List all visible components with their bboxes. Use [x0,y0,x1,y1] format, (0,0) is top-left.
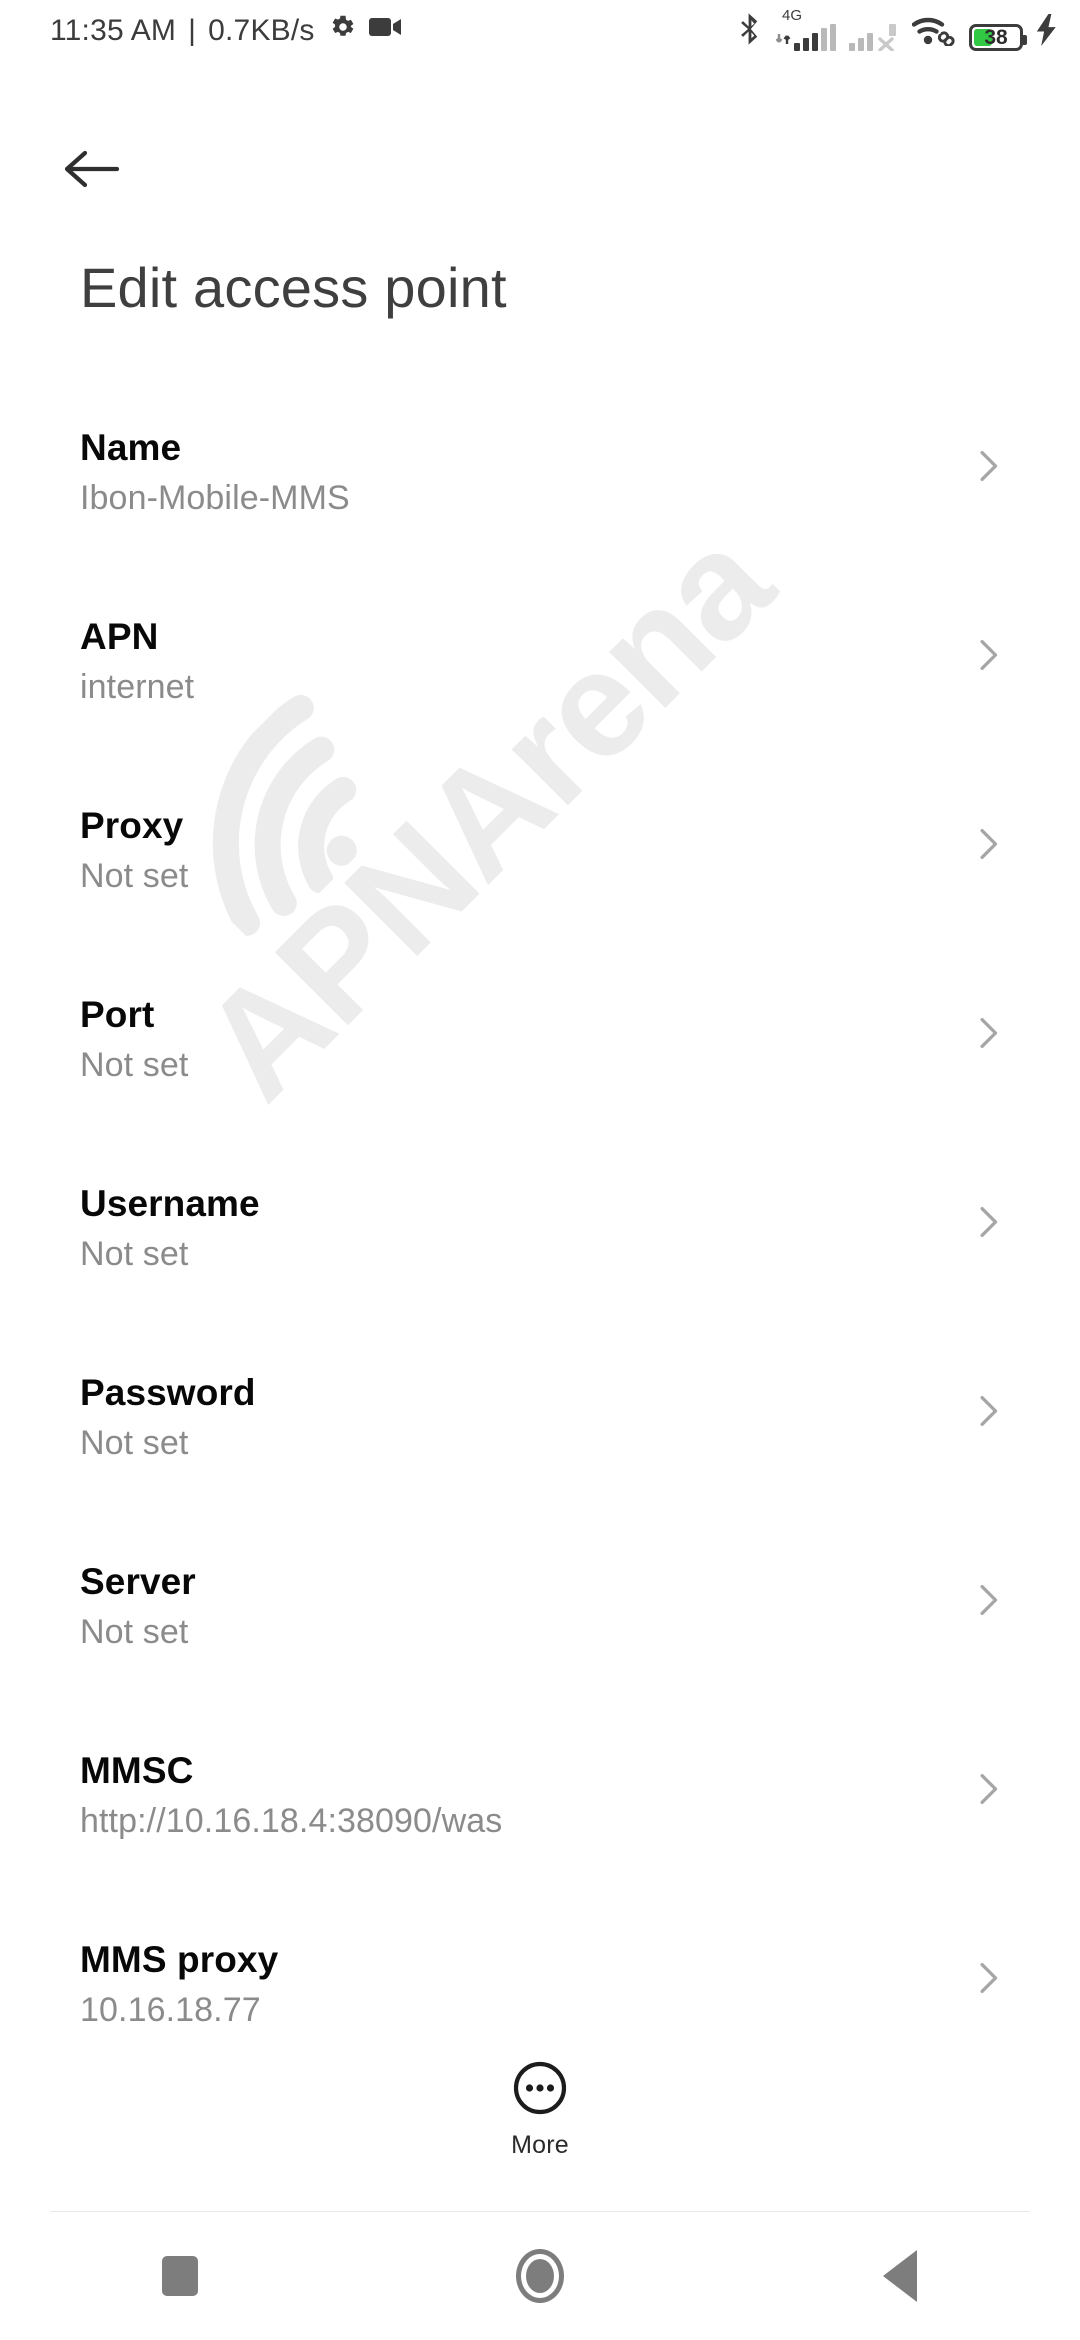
signal-4g-icon: 4G [776,8,836,51]
chevron-right-icon [968,1580,1008,1620]
row-label: Proxy [80,805,184,846]
battery-icon: 38 [969,23,1027,51]
row-label: APN [80,616,159,657]
gear-icon [327,12,357,50]
settings-list: Name Ibon-Mobile-MMS APN internet Proxy … [0,400,1080,2101]
settings-row-password[interactable]: Password Not set [0,1345,1080,1534]
row-texts: MMSC http://10.16.18.4:38090/was [80,1723,502,1844]
nav-home-button[interactable] [360,2212,720,2340]
row-value: Not set [80,856,189,895]
more-button[interactable]: More [0,2060,1080,2160]
page-title: Edit access point [80,256,507,319]
settings-row-proxy[interactable]: Proxy Not set [0,778,1080,967]
settings-row-username[interactable]: Username Not set [0,1156,1080,1345]
recents-icon [162,2256,198,2296]
row-texts: Name Ibon-Mobile-MMS [80,400,350,521]
chevron-right-icon [968,1958,1008,1998]
bluetooth-icon [737,12,763,51]
row-label: Password [80,1372,256,1413]
chevron-right-icon [968,635,1008,675]
video-camera-icon [368,14,403,48]
row-value: Not set [80,1045,189,1084]
settings-row-name[interactable]: Name Ibon-Mobile-MMS [0,400,1080,589]
signal-sim2-off-icon [849,23,899,51]
row-label: MMS proxy [80,1939,279,1980]
settings-row-server[interactable]: Server Not set [0,1534,1080,1723]
chevron-right-icon [968,1202,1008,1242]
row-label: Server [80,1561,196,1602]
row-value: http://10.16.18.4:38090/was [80,1801,503,1840]
chevron-right-icon [968,1013,1008,1053]
chevron-right-icon [968,824,1008,864]
settings-row-apn[interactable]: APN internet [0,589,1080,778]
phone-screen: 11:35 AM | 0.7KB/s 4G 38 APNArena Edit a… [0,0,1080,2340]
back-button[interactable] [48,128,134,214]
row-texts: APN internet [80,589,194,710]
back-icon [883,2250,917,2302]
nav-back-button[interactable] [720,2212,1080,2340]
status-bar: 11:35 AM | 0.7KB/s 4G 38 [0,0,1080,62]
row-texts: Username Not set [80,1156,260,1277]
row-value: 10.16.18.77 [80,1990,261,2029]
wifi-linked-icon [911,14,956,51]
status-network-speed: 0.7KB/s [208,14,315,47]
row-label: Port [80,994,155,1035]
row-value: Not set [80,1423,189,1462]
settings-row-mmsc[interactable]: MMSC http://10.16.18.4:38090/was [0,1723,1080,1912]
row-texts: MMS proxy 10.16.18.77 [80,1912,278,2033]
navigation-bar [0,2212,1080,2340]
nav-recents-button[interactable] [0,2212,360,2340]
status-clock: 11:35 AM [50,14,177,47]
network-generation-label: 4G [782,6,803,24]
row-texts: Password Not set [80,1345,256,1466]
settings-row-port[interactable]: Port Not set [0,967,1080,1156]
arrow-back-icon [63,147,120,196]
row-label: Username [80,1183,260,1224]
chevron-right-icon [968,446,1008,486]
more-button-label: More [511,2131,569,2159]
row-texts: Server Not set [80,1534,196,1655]
row-value: Not set [80,1612,189,1651]
row-value: Ibon-Mobile-MMS [80,478,350,517]
row-label: Name [80,427,182,468]
more-circle-icon [512,2060,568,2121]
row-value: Not set [80,1234,189,1273]
row-value: internet [80,667,195,706]
row-label: MMSC [80,1750,194,1791]
status-separator: | [188,14,197,47]
row-texts: Port Not set [80,967,188,1088]
battery-percent-label: 38 [984,25,1008,49]
charging-bolt-icon [1036,13,1058,51]
chevron-right-icon [968,1391,1008,1431]
home-icon [516,2249,564,2303]
status-bar-right: 4G 38 [737,8,1058,51]
status-bar-left: 11:35 AM | 0.7KB/s [50,12,403,50]
row-texts: Proxy Not set [80,778,188,899]
chevron-right-icon [968,1769,1008,1809]
